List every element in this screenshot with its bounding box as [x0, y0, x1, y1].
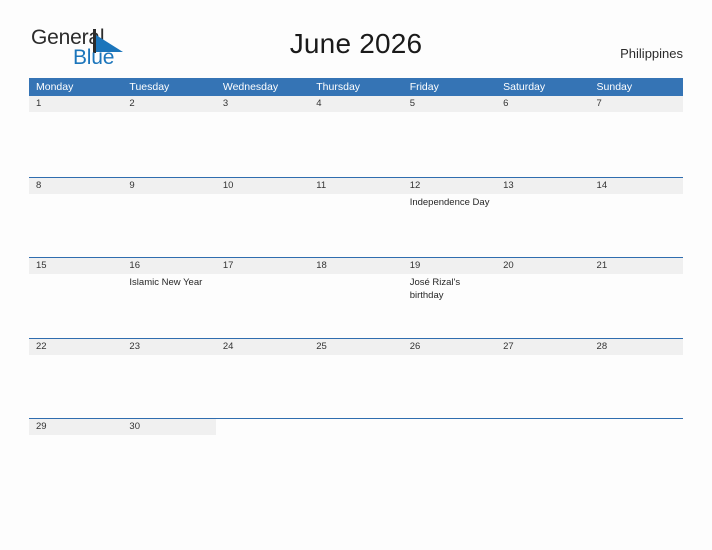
calendar-week-cells: 29 30: [29, 419, 683, 499]
day-number: 21: [596, 260, 608, 271]
calendar-day-cell[interactable]: [216, 419, 309, 499]
calendar-week-row: 22 23 24 25 26 27 28: [29, 337, 683, 419]
day-number: 20: [503, 260, 514, 271]
holiday-event-label: Islamic New Year: [129, 277, 203, 288]
day-number: 29: [36, 421, 47, 432]
weekday-wednesday: Wednesday: [222, 81, 279, 93]
day-number: 22: [36, 340, 47, 352]
calendar-day-cell[interactable]: [590, 419, 683, 499]
country-label: Philippines: [620, 46, 683, 61]
calendar-day-cell[interactable]: 7: [590, 96, 683, 177]
weekday-sunday: Sunday: [596, 81, 633, 93]
day-number: 24: [222, 340, 234, 352]
calendar-day-cell[interactable]: 8: [29, 178, 122, 258]
day-number: 11: [316, 179, 327, 191]
calendar-day-cell[interactable]: 19 José Rizal's birthday: [403, 258, 496, 338]
calendar-week-row: 15 16 Islamic New Year 17 18 19 José Rizal's b…: [29, 257, 683, 338]
day-number: [597, 419, 678, 435]
day-number: 4: [316, 98, 322, 109]
day-number: 15: [36, 260, 47, 271]
calendar-day-cell[interactable]: 23: [122, 339, 215, 419]
calendar-day-cell[interactable]: 10: [216, 178, 309, 258]
calendar-day-cell[interactable]: 26: [403, 339, 496, 419]
day-number: 5: [409, 98, 415, 109]
calendar-day-cell[interactable]: 27: [496, 339, 589, 419]
calendar-day-cell[interactable]: 16 Islamic New Year: [122, 258, 215, 338]
calendar-week-row: 1 2 3 4 5 6 7: [29, 96, 683, 177]
day-number: 28: [596, 340, 608, 352]
day-number: [316, 419, 397, 435]
day-number: 12: [409, 179, 421, 191]
calendar-day-cell[interactable]: 4: [309, 96, 402, 177]
page-title: June 2026: [289, 28, 423, 59]
day-number: 23: [129, 340, 140, 352]
day-number: 17: [222, 260, 234, 271]
calendar-day-cell[interactable]: [309, 419, 402, 499]
calendar-day-cell[interactable]: 3: [216, 96, 309, 177]
calendar-day-cell[interactable]: 22: [29, 339, 122, 419]
day-number: [223, 419, 304, 435]
day-number: 13: [503, 179, 514, 191]
calendar-day-cell[interactable]: 5: [403, 96, 496, 177]
day-number: 3: [222, 98, 229, 109]
weekday-tuesday: Tuesday: [129, 81, 170, 93]
calendar-day-cell[interactable]: [403, 419, 496, 499]
day-number: 18: [316, 260, 327, 271]
day-number: 25: [316, 340, 327, 352]
weekday-monday: Monday: [36, 81, 74, 93]
calendar-week-cells: 15 16 Islamic New Year 17 18 19 José Rizal's b…: [29, 258, 683, 338]
calendar-day-cell[interactable]: 14: [590, 178, 683, 258]
day-number: [503, 419, 584, 435]
calendar-day-cell[interactable]: 17: [216, 258, 309, 338]
day-number: 1: [36, 98, 42, 109]
calendar-day-cell[interactable]: 18: [309, 258, 402, 338]
calendar-grid: Monday Tuesday Wednesday Thursday Friday…: [29, 78, 683, 499]
calendar-weeks: 1 2 3 4 5 6 7 8 9 10 11 12 Independence Day 13 14 15 16 I…: [29, 96, 683, 499]
calendar-day-cell[interactable]: 30: [122, 419, 215, 499]
calendar-day-cell[interactable]: 24: [216, 339, 309, 419]
day-number: 14: [596, 179, 608, 191]
calendar-day-cell[interactable]: 28: [590, 339, 683, 419]
calendar-week-row: 8 9 10 11 12 Independence Day 13 14: [29, 176, 683, 258]
weekday-thursday: Thursday: [316, 81, 361, 93]
day-number: 8: [36, 179, 42, 191]
calendar-day-cell[interactable]: 15: [29, 258, 122, 338]
calendar-day-cell[interactable]: 20: [496, 258, 589, 338]
calendar-week-cells: 8 9 10 11 12 Independence Day 13 14: [29, 178, 683, 258]
day-number: 9: [129, 179, 135, 191]
calendar-day-cell[interactable]: 9: [122, 178, 215, 258]
day-number: 10: [222, 179, 234, 191]
calendar-day-cell[interactable]: 13: [496, 178, 589, 258]
weekday-friday: Friday: [409, 81, 439, 93]
calendar-day-cell[interactable]: 25: [309, 339, 402, 419]
day-number: 16: [129, 260, 140, 271]
day-number: [410, 419, 491, 435]
calendar-week-cells: 1 2 3 4 5 6 7: [29, 96, 683, 177]
calendar-day-cell[interactable]: 1: [29, 96, 122, 177]
calendar-day-cell[interactable]: [496, 419, 589, 499]
holiday-event-label: José Rizal's birthday: [409, 277, 461, 301]
day-number: 6: [503, 98, 509, 109]
day-number: 7: [596, 98, 602, 109]
weekday-header-row: Monday Tuesday Wednesday Thursday Friday…: [29, 78, 683, 96]
calendar-week-cells: 22 23 24 25 26 27 28: [29, 339, 683, 419]
day-number: 30: [129, 421, 140, 432]
calendar-day-cell[interactable]: 21: [590, 258, 683, 338]
weekday-saturday: Saturday: [503, 81, 546, 93]
day-number: 2: [129, 98, 135, 109]
day-number: 19: [409, 260, 421, 271]
calendar-day-cell[interactable]: 12 Independence Day: [403, 178, 496, 258]
page-header: General Blue June 2026 Philippines: [29, 26, 683, 74]
day-number: 26: [409, 340, 421, 352]
calendar-day-cell[interactable]: 11: [309, 178, 402, 258]
calendar-week-row: 29 30: [29, 418, 683, 499]
holiday-event-label: Independence Day: [409, 196, 490, 208]
day-number: 27: [503, 340, 514, 352]
calendar-day-cell[interactable]: 29: [29, 419, 122, 499]
calendar-page: General Blue June 2026 Philippines Monda…: [0, 0, 712, 550]
calendar-day-cell[interactable]: 6: [496, 96, 589, 177]
calendar-day-cell[interactable]: 2: [122, 96, 215, 177]
